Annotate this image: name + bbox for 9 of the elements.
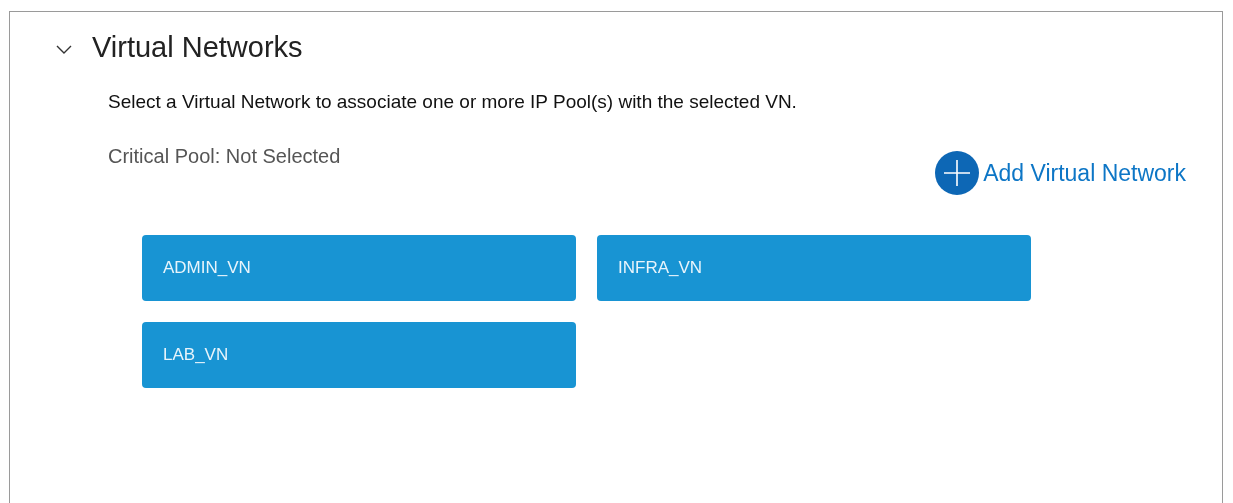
- virtual-network-tile[interactable]: ADMIN_VN: [142, 235, 576, 301]
- instruction-text: Select a Virtual Network to associate one or more IP Pool(s) with the selected VN.: [108, 91, 798, 113]
- virtual-network-tile[interactable]: LAB_VN: [142, 322, 576, 388]
- add-icon: [935, 151, 980, 195]
- section-title: Virtual Networks: [92, 31, 303, 64]
- add-virtual-network-button[interactable]: Add Virtual Network: [935, 151, 1186, 195]
- virtual-network-tile[interactable]: INFRA_VN: [597, 235, 1031, 301]
- critical-pool-label: Critical Pool: Not Selected: [108, 145, 341, 168]
- chevron-icon[interactable]: [56, 44, 72, 55]
